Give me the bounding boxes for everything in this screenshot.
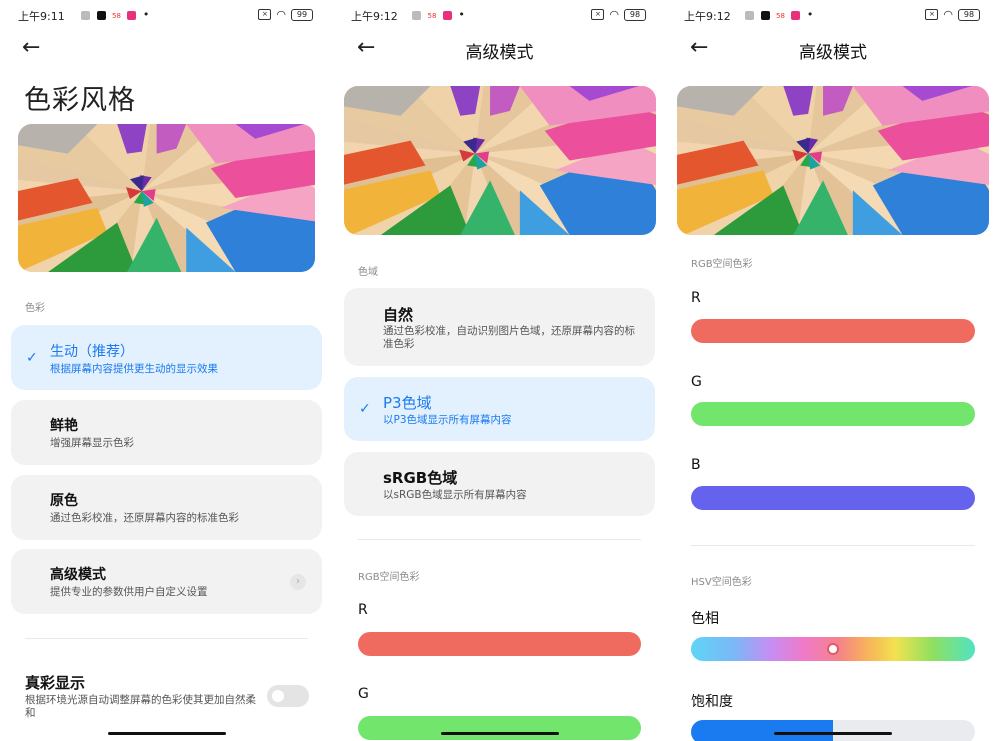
home-indicator[interactable] <box>441 732 559 735</box>
g-label: G <box>691 374 702 390</box>
battery-indicator: 98 <box>958 8 980 21</box>
r-slider[interactable] <box>358 632 641 656</box>
option-srgb-gamut[interactable]: sRGB色域 以sRGB色域显示所有屏幕内容 <box>344 452 655 516</box>
status-dot: • <box>806 8 814 21</box>
hue-slider-thumb[interactable] <box>827 643 839 655</box>
b-slider[interactable] <box>691 486 975 510</box>
page-title: 高级模式 <box>465 43 534 63</box>
status-time: 上午9:12 <box>351 10 398 23</box>
hue-slider[interactable] <box>691 637 975 661</box>
section-label-color: 色彩 <box>25 303 45 314</box>
page-title: 高级模式 <box>799 43 867 63</box>
option-saturated[interactable]: 鲜艳 增强屏幕显示色彩 <box>11 400 322 465</box>
option-title: sRGB色域 <box>383 469 458 487</box>
wifi-icon: ◠ <box>276 8 286 21</box>
true-color-toggle[interactable] <box>267 685 309 707</box>
status-bar: 上午9:11 58 • × ◠ 99 <box>18 6 313 24</box>
status-time: 上午9:11 <box>18 10 65 23</box>
status-dot: • <box>458 8 465 21</box>
r-label: R <box>358 602 368 618</box>
signal-icon: × <box>258 9 272 20</box>
preview-image <box>344 86 656 235</box>
preview-image <box>677 86 989 235</box>
option-title: 自然 <box>383 306 414 324</box>
status-bar: 上午9:12 58 • × ◠ 98 <box>684 6 980 24</box>
wifi-icon: ◠ <box>609 8 619 21</box>
tiktok-icon <box>760 10 770 20</box>
r-slider[interactable] <box>691 319 975 343</box>
chevron-right-icon: › <box>290 573 306 590</box>
home-indicator[interactable] <box>774 732 892 735</box>
status-time: 上午9:12 <box>684 10 731 23</box>
saturation-slider-fill <box>691 720 833 741</box>
app-icon <box>127 10 137 20</box>
r-label: R <box>691 290 701 306</box>
saturation-label: 饱和度 <box>691 694 733 710</box>
option-p3-gamut[interactable]: ✓ P3色域 以P3色域显示所有屏幕内容 <box>344 377 655 441</box>
option-subtitle: 以sRGB色域显示所有屏幕内容 <box>383 489 527 501</box>
g-slider[interactable] <box>358 716 641 740</box>
g-slider[interactable] <box>691 402 975 426</box>
option-original[interactable]: 原色 通过色彩校准，还原屏幕内容的标准色彩 <box>11 475 322 540</box>
check-icon: ✓ <box>359 401 371 417</box>
color-style-screen: 上午9:11 58 • × ◠ 99 ← 色彩风格 色彩 ✓ 生动（推荐） 根据… <box>0 0 333 741</box>
option-natural[interactable]: 自然 通过色彩校准，自动识别图片色域，还原屏幕内容的标准色彩 <box>344 288 655 366</box>
option-vivid[interactable]: ✓ 生动（推荐） 根据屏幕内容提供更生动的显示效果 <box>11 325 322 390</box>
app-badge: 58 <box>776 12 785 20</box>
signal-icon: × <box>591 9 605 20</box>
alarm-icon <box>745 10 754 20</box>
section-label-rgb: RGB空间色彩 <box>358 572 420 583</box>
back-button[interactable]: ← <box>22 36 40 60</box>
section-label-hsv: HSV空间色彩 <box>691 577 752 588</box>
option-title: 生动（推荐） <box>50 344 134 360</box>
page-title: 色彩风格 <box>24 85 136 116</box>
option-advanced-mode[interactable]: 高级模式 提供专业的参数供用户自定义设置 › <box>11 549 322 614</box>
option-title: 鲜艳 <box>50 418 78 434</box>
divider <box>25 638 308 639</box>
option-subtitle: 通过色彩校准，还原屏幕内容的标准色彩 <box>50 512 239 524</box>
home-indicator[interactable] <box>108 732 226 735</box>
wifi-icon: ◠ <box>943 8 953 21</box>
toggle-knob <box>272 690 284 702</box>
advanced-mode-screen: 上午9:12 58 • × ◠ 98 ← 高级模式 色域 自然 通过色彩校准，自… <box>333 0 666 741</box>
option-subtitle: 根据屏幕内容提供更生动的显示效果 <box>50 363 218 375</box>
preview-image <box>18 124 315 272</box>
b-label: B <box>691 457 701 473</box>
section-label-gamut: 色域 <box>358 267 378 278</box>
option-subtitle: 提供专业的参数供用户自定义设置 <box>50 586 208 598</box>
check-icon: ✓ <box>26 349 38 366</box>
true-color-title: 真彩显示 <box>25 674 86 692</box>
status-dot: • <box>142 8 150 21</box>
option-subtitle: 通过色彩校准，自动识别图片色域，还原屏幕内容的标准色彩 <box>383 325 635 350</box>
app-icon <box>442 10 452 20</box>
g-label: G <box>358 686 369 702</box>
signal-icon: × <box>925 9 939 20</box>
option-title: P3色域 <box>383 394 432 412</box>
tiktok-icon <box>96 10 106 20</box>
divider <box>691 545 975 546</box>
advanced-mode-screen-scrolled: 上午9:12 58 • × ◠ 98 ← 高级模式 RGB空间色彩 R G B … <box>666 0 1000 741</box>
alarm-icon <box>81 10 90 20</box>
saturation-slider[interactable] <box>691 720 975 741</box>
battery-indicator: 98 <box>624 8 646 21</box>
option-subtitle: 增强屏幕显示色彩 <box>50 437 134 449</box>
option-title: 高级模式 <box>50 567 106 583</box>
status-bar: 上午9:12 58 • × ◠ 98 <box>351 6 646 24</box>
hue-label: 色相 <box>691 611 719 627</box>
app-icon <box>791 10 801 20</box>
true-color-subtitle: 根据环境光源自动调整屏幕的色彩使其更加自然柔和 <box>25 694 256 719</box>
option-title: 原色 <box>50 493 78 509</box>
alarm-icon <box>412 10 421 20</box>
app-badge: 58 <box>427 12 437 20</box>
divider <box>358 539 641 540</box>
app-badge: 58 <box>112 12 121 20</box>
section-label-rgb: RGB空间色彩 <box>691 259 753 270</box>
option-subtitle: 以P3色域显示所有屏幕内容 <box>383 414 512 426</box>
battery-indicator: 99 <box>291 8 313 21</box>
